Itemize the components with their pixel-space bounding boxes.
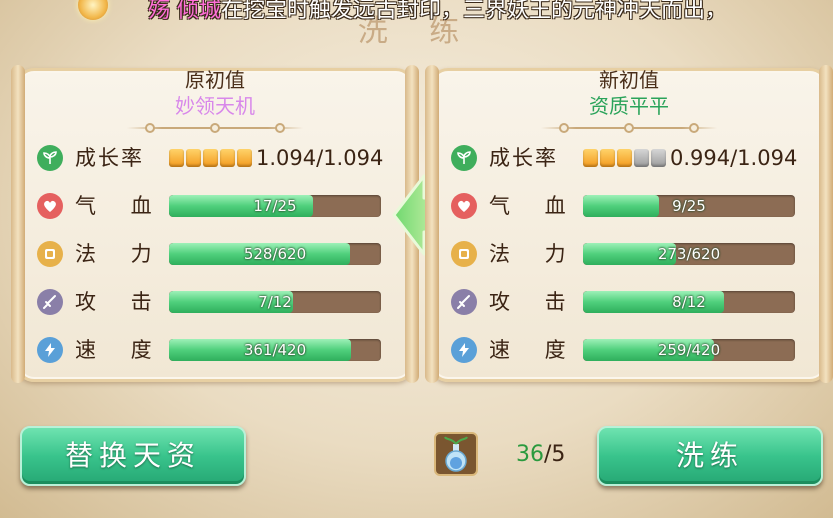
new-quality-label: 资质平平 [589, 94, 669, 118]
stat-label: 气 血 [75, 194, 166, 218]
stat-bar: 9/25 [583, 195, 795, 217]
stat-row: 攻 击 8/12 [451, 287, 811, 317]
stat-label: 攻 击 [489, 290, 580, 314]
growth-value: 0.994/1.094 [670, 146, 798, 170]
growth-pip-empty [651, 149, 666, 167]
growth-pip-filled [169, 149, 184, 167]
original-stats-panel: 原初值 妙领天机 成长率 1.094/1.094 气 血 17/25 法 力 528/… [11, 65, 419, 383]
growth-label: 成长率 [489, 146, 558, 170]
new-stats-panel: 新初值 资质平平 成长率 0.994/1.094 气 血 9/25 法 力 273/6… [425, 65, 833, 383]
stat-row: 法 力 273/620 [451, 239, 811, 269]
refine-button[interactable]: 洗练 [597, 426, 823, 486]
count-owned: 36 [516, 442, 544, 467]
growth-pip-empty [634, 149, 649, 167]
stat-label: 速 度 [489, 338, 580, 362]
growth-pip-filled [203, 149, 218, 167]
growth-row: 成长率 1.094/1.094 [37, 143, 397, 173]
stat-bar: 259/420 [583, 339, 795, 361]
stat-value: 273/620 [657, 245, 721, 263]
stat-value: 9/25 [672, 197, 706, 215]
stat-value: 528/620 [243, 245, 307, 263]
broadcast-icon [78, 0, 108, 20]
new-header-label: 新初值 [599, 68, 659, 92]
stat-label: 气 血 [489, 194, 580, 218]
refine-window: 洗 练 原初值 妙领天机 成长率 1.094/1.094 气 血 17/25 法 力… [0, 0, 833, 518]
stat-bar: 17/25 [169, 195, 381, 217]
stat-row: 速 度 259/420 [451, 335, 811, 365]
lightning-icon [451, 337, 477, 363]
new-panel-header: 新初值 资质平平 [433, 68, 825, 119]
stat-bar: 273/620 [583, 243, 795, 265]
stat-row: 法 力 528/620 [37, 239, 397, 269]
stat-bar: 7/12 [169, 291, 381, 313]
growth-pip-filled [220, 149, 235, 167]
growth-row: 成长率 0.994/1.094 [451, 143, 811, 173]
stat-bar: 8/12 [583, 291, 795, 313]
stat-label: 法 力 [489, 242, 580, 266]
lightning-icon [37, 337, 63, 363]
growth-rating: 0.994/1.094 [583, 146, 798, 170]
stat-label: 攻 击 [75, 290, 166, 314]
stat-row: 气 血 17/25 [37, 191, 397, 221]
broadcast-marquee: 殇 倾城在挖宝时触发远古封印，三界妖王的元神冲天而出， [0, 0, 833, 24]
potion-icon [444, 436, 468, 472]
replace-aptitude-button[interactable]: 替换天资 [20, 426, 246, 486]
stat-bar: 361/420 [169, 339, 381, 361]
growth-label: 成长率 [75, 146, 144, 170]
divider-knot [275, 123, 285, 133]
growth-pip-filled [617, 149, 632, 167]
broadcast-text: 殇 倾城在挖宝时触发远古封印，三界妖王的元神冲天而出， [148, 0, 727, 24]
heart-icon [37, 193, 63, 219]
stat-value: 8/12 [672, 293, 706, 311]
ornament-divider [541, 123, 717, 133]
stat-value: 259/420 [657, 341, 721, 359]
divider-knot [145, 123, 155, 133]
item-count: 36/5 [516, 440, 565, 470]
growth-pip-filled [600, 149, 615, 167]
sprout-icon [37, 145, 63, 171]
stat-value: 361/420 [243, 341, 307, 359]
refine-item-slot[interactable] [434, 432, 478, 476]
stat-value: 7/12 [258, 293, 292, 311]
stat-label: 速 度 [75, 338, 166, 362]
mana-icon [451, 241, 477, 267]
sprout-icon [451, 145, 477, 171]
broadcast-message: 在挖宝时触发远古封印，三界妖王的元神冲天而出， [221, 0, 728, 23]
stat-label: 法 力 [75, 242, 166, 266]
original-quality-label: 妙领天机 [175, 94, 255, 118]
growth-pip-filled [237, 149, 252, 167]
growth-value: 1.094/1.094 [256, 146, 384, 170]
divider-knot [559, 123, 569, 133]
stat-bar: 528/620 [169, 243, 381, 265]
stat-row: 攻 击 7/12 [37, 287, 397, 317]
original-panel-header: 原初值 妙领天机 [19, 68, 411, 119]
ornament-divider [127, 123, 303, 133]
divider-knot [689, 123, 699, 133]
divider-knot [210, 123, 220, 133]
original-header-label: 原初值 [185, 68, 245, 92]
stat-row: 气 血 9/25 [451, 191, 811, 221]
divider-knot [624, 123, 634, 133]
broadcast-player-name: 殇 倾城 [148, 0, 221, 23]
sword-icon [37, 289, 63, 315]
count-required: 5 [551, 442, 566, 467]
sword-icon [451, 289, 477, 315]
growth-rating: 1.094/1.094 [169, 146, 384, 170]
growth-pip-filled [186, 149, 201, 167]
mana-icon [37, 241, 63, 267]
stat-value: 17/25 [253, 197, 297, 215]
growth-pip-filled [583, 149, 598, 167]
heart-icon [451, 193, 477, 219]
stat-row: 速 度 361/420 [37, 335, 397, 365]
